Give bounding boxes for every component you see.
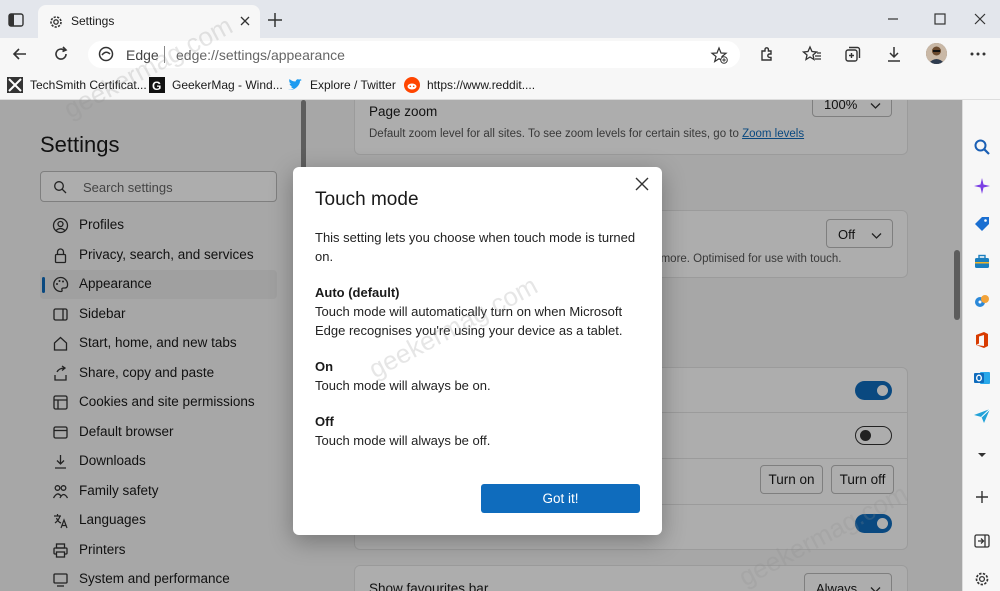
back-arrow-icon[interactable] [10, 44, 30, 64]
favorites-bar: TechSmith Certificat... G GeekerMag - Wi… [0, 70, 1000, 100]
chevron-down-icon[interactable] [973, 446, 991, 464]
favorite-label: https://www.reddit.... [427, 78, 536, 92]
favorite-label: GeekerMag - Wind... [172, 78, 283, 92]
favorite-label: Explore / Twitter [310, 78, 396, 92]
tab-actions-icon[interactable] [6, 10, 26, 30]
games-icon[interactable] [973, 292, 991, 310]
dialog-intro: This setting lets you choose when touch … [315, 230, 636, 264]
minimize-icon[interactable] [884, 10, 902, 28]
office-icon[interactable] [973, 331, 991, 349]
favorite-item[interactable]: https://www.reddit.... [404, 76, 535, 94]
add-favorite-star-icon[interactable] [710, 46, 728, 64]
on-description: Touch mode will always be on. [315, 378, 491, 393]
dialog-title: Touch mode [315, 189, 419, 210]
url-text[interactable]: edge://settings/appearance [176, 47, 345, 63]
add-icon[interactable] [973, 488, 991, 506]
auto-description: Touch mode will automatically turn on wh… [315, 304, 623, 338]
tab-title: Settings [71, 14, 115, 28]
more-options-icon[interactable] [968, 44, 988, 64]
new-tab-icon[interactable] [266, 11, 284, 29]
close-window-icon[interactable] [971, 10, 989, 28]
maximize-icon[interactable] [931, 10, 949, 28]
edge-sidebar [962, 100, 1000, 591]
favorite-label: TechSmith Certificat... [30, 78, 147, 92]
reddit-icon [404, 77, 420, 93]
address-bar[interactable]: Edge edge://settings/appearance [88, 41, 740, 68]
profile-avatar[interactable] [926, 43, 947, 64]
search-icon[interactable] [973, 138, 991, 156]
site-label: Edge [126, 47, 159, 63]
outlook-icon[interactable] [973, 369, 991, 387]
favorite-item[interactable]: Explore / Twitter [287, 76, 396, 94]
tab-settings[interactable]: Settings [38, 5, 260, 38]
extensions-puzzle-icon[interactable] [757, 44, 777, 64]
geekermag-icon: G [149, 77, 165, 93]
auto-heading: Auto (default) [315, 285, 400, 300]
touch-mode-dialog: Touch mode This setting lets you choose … [293, 167, 662, 535]
favorites-icon[interactable] [801, 44, 822, 64]
navigation-bar: Edge edge://settings/appearance [0, 38, 1000, 70]
off-description: Touch mode will always be off. [315, 433, 491, 448]
techsmith-icon [7, 77, 23, 93]
close-icon[interactable] [635, 177, 649, 191]
hide-sidebar-icon[interactable] [973, 532, 991, 550]
tools-briefcase-icon[interactable] [973, 253, 991, 271]
favorite-item[interactable]: TechSmith Certificat... [7, 76, 147, 94]
gear-icon[interactable] [973, 570, 991, 588]
collections-icon[interactable] [843, 44, 863, 64]
gear-icon [48, 14, 64, 30]
refresh-icon[interactable] [51, 44, 71, 64]
shopping-tag-icon[interactable] [973, 215, 991, 233]
downloads-icon[interactable] [884, 44, 904, 64]
send-plane-icon[interactable] [973, 407, 991, 425]
off-heading: Off [315, 414, 334, 429]
twitter-icon [287, 77, 303, 93]
on-heading: On [315, 359, 334, 374]
got-it-button[interactable]: Got it! [481, 484, 640, 513]
edge-logo-icon[interactable] [98, 46, 114, 62]
copilot-sparkle-icon[interactable] [973, 177, 991, 195]
title-bar: Settings [0, 0, 1000, 38]
svg-text:G: G [152, 79, 161, 93]
close-tab-icon[interactable] [238, 14, 252, 28]
separator [164, 46, 165, 63]
favorite-item[interactable]: G GeekerMag - Wind... [149, 76, 283, 94]
